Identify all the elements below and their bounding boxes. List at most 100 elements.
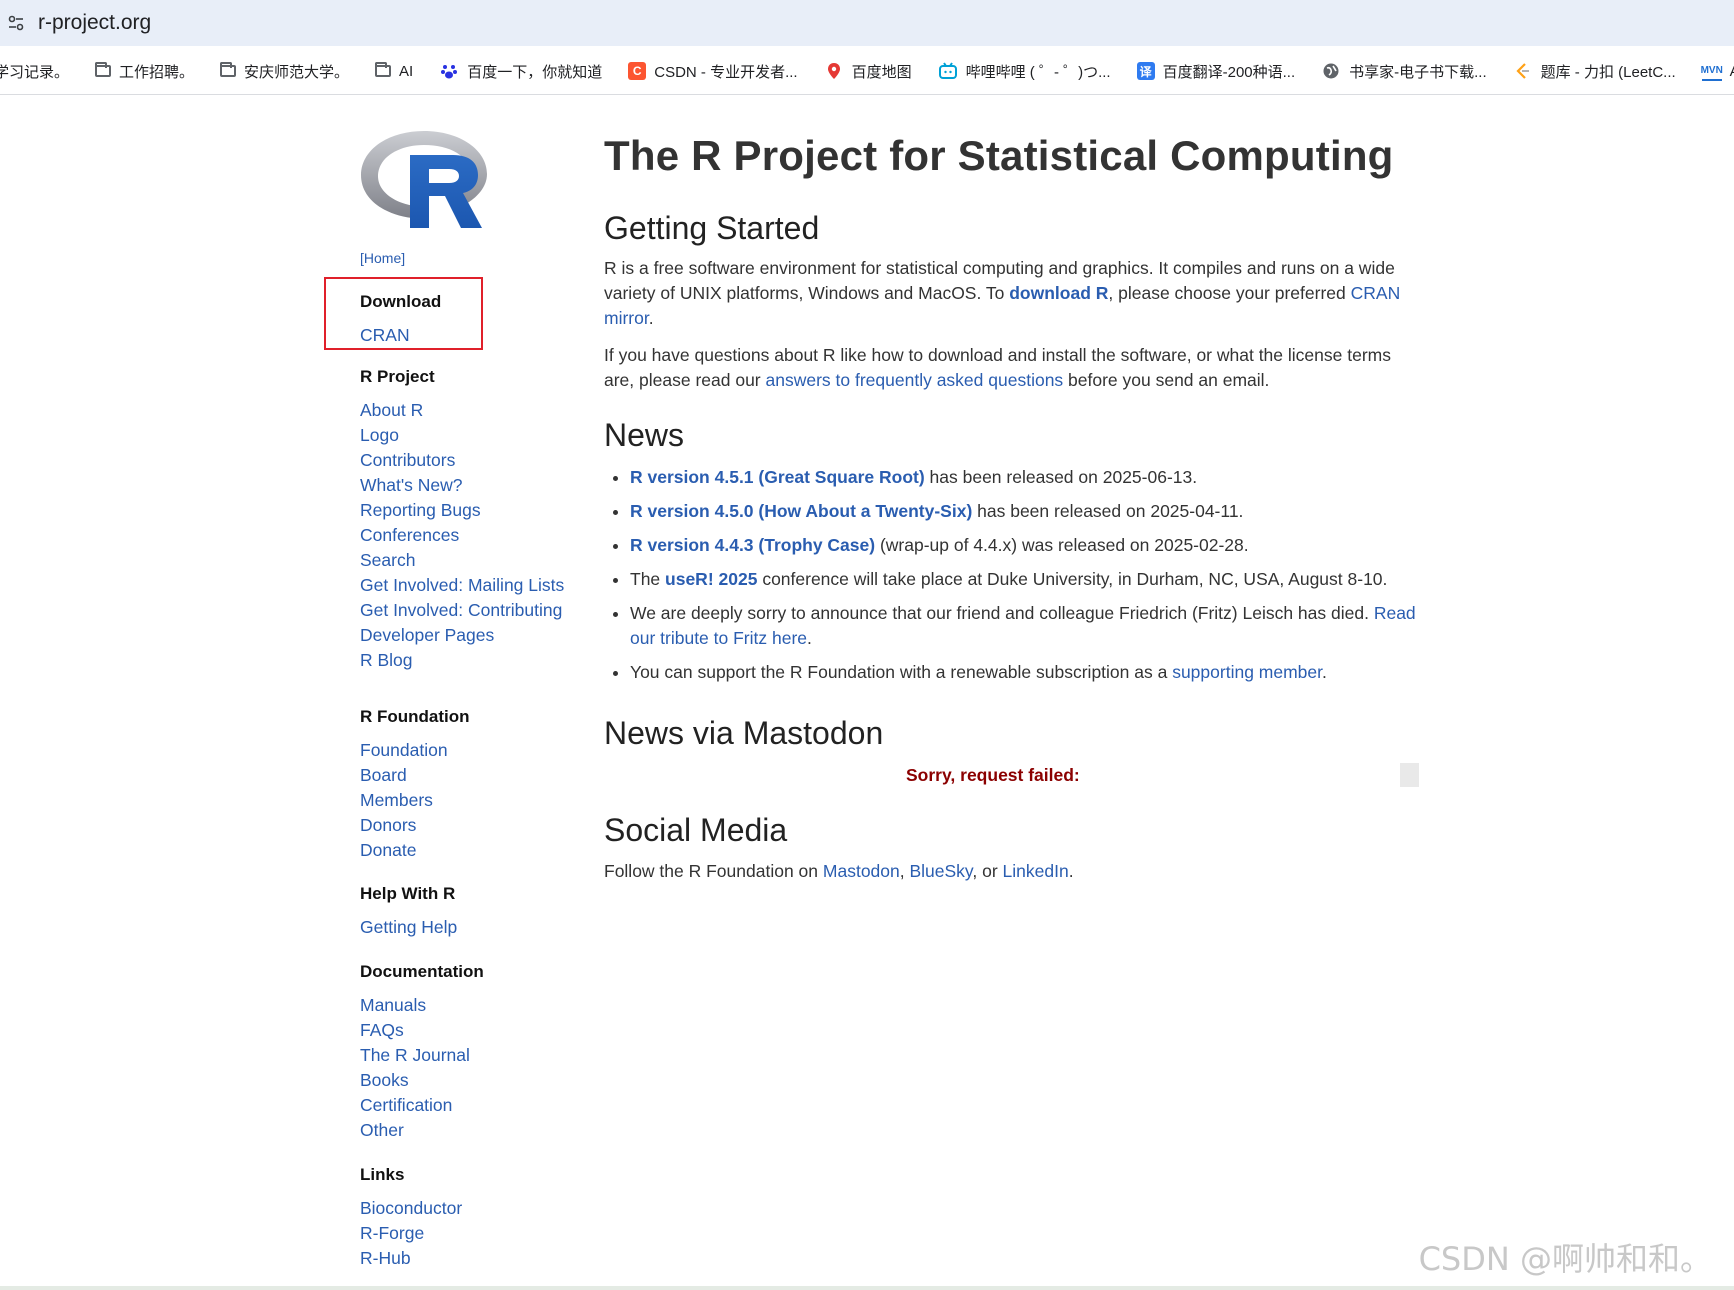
bilibili-icon bbox=[938, 62, 958, 80]
bookmark-baidu-map[interactable]: 百度地图 bbox=[824, 61, 912, 82]
text: has been released on 2025-06-13. bbox=[924, 467, 1198, 487]
faq-answers-link[interactable]: answers to frequently asked questions bbox=[766, 370, 1064, 390]
text: conference will take place at Duke Unive… bbox=[757, 569, 1388, 589]
bookmark-baidu[interactable]: 百度一下，你就知道 bbox=[439, 61, 602, 82]
sidebar-link-developer-pages[interactable]: Developer Pages bbox=[360, 623, 580, 648]
highlight-box-annotation bbox=[324, 277, 483, 350]
news-link-r-4-4-3[interactable]: R version 4.4.3 (Trophy Case) bbox=[630, 535, 875, 555]
map-pin-icon bbox=[824, 62, 844, 80]
sidebar-heading: R Project bbox=[360, 367, 435, 386]
sidebar-section-help: Help With R Getting Help bbox=[360, 883, 580, 940]
bookmark-label: 百度一下，你就知道 bbox=[467, 63, 603, 81]
home-link[interactable]: [Home] bbox=[360, 250, 580, 266]
mastodon-error-message: Sorry, request failed: bbox=[906, 765, 1080, 785]
sidebar-link-faqs[interactable]: FAQs bbox=[360, 1018, 580, 1043]
sidebar-link-contributing[interactable]: Get Involved: Contributing bbox=[360, 598, 580, 623]
sidebar-link-r-blog[interactable]: R Blog bbox=[360, 648, 580, 673]
bookmark-university-folder[interactable]: 安庆师范大学。 bbox=[220, 61, 349, 82]
news-link-r-4-5-0[interactable]: R version 4.5.0 (How About a Twenty-Six) bbox=[630, 501, 972, 521]
text: You can support the R Foundation with a … bbox=[630, 662, 1173, 682]
social-media-paragraph: Follow the R Foundation on Mastodon, Blu… bbox=[604, 859, 1074, 884]
sidebar-link-donors[interactable]: Donors bbox=[360, 813, 580, 838]
bookmark-leetcode[interactable]: 题库 - 力扣 (LeetC... bbox=[1513, 61, 1676, 82]
sidebar-link-books[interactable]: Books bbox=[360, 1068, 580, 1093]
news-item: R version 4.5.0 (How About a Twenty-Six)… bbox=[630, 499, 1424, 524]
sidebar-link-getting-help[interactable]: Getting Help bbox=[360, 915, 580, 940]
site-info-icon[interactable] bbox=[4, 11, 28, 35]
news-list: R version 4.5.1 (Great Square Root) has … bbox=[604, 465, 1424, 685]
sidebar: [Home] Download CRAN R Project About R L… bbox=[324, 128, 580, 1271]
globe-icon bbox=[1321, 62, 1341, 80]
bookmark-baidu-translate[interactable]: 译百度翻译-200种语... bbox=[1136, 61, 1295, 82]
text: . bbox=[1322, 662, 1327, 682]
sidebar-link-board[interactable]: Board bbox=[360, 763, 580, 788]
bookmark-label: 书享家-电子书下载... bbox=[1349, 63, 1487, 81]
folder-icon bbox=[95, 62, 112, 77]
news-link-user-2025[interactable]: useR! 2025 bbox=[665, 569, 757, 589]
getting-started-paragraph-1: R is a free software environment for sta… bbox=[604, 256, 1424, 331]
sidebar-link-r-journal[interactable]: The R Journal bbox=[360, 1043, 580, 1068]
bookmark-study-notes[interactable]: 学习记录。 bbox=[0, 61, 69, 82]
bluesky-link[interactable]: BlueSky bbox=[909, 861, 972, 881]
sidebar-link-other[interactable]: Other bbox=[360, 1118, 580, 1143]
baidu-icon bbox=[439, 62, 459, 80]
text: . bbox=[807, 628, 812, 648]
text: . bbox=[1068, 861, 1074, 881]
bookmark-csdn[interactable]: C CSDN - 专业开发者... bbox=[628, 61, 798, 82]
sidebar-link-r-hub[interactable]: R-Hub bbox=[360, 1246, 580, 1271]
address-bar[interactable]: r-project.org bbox=[0, 0, 1734, 46]
sidebar-section-links: Links Bioconductor R-Forge R-Hub bbox=[360, 1164, 580, 1271]
bookmark-ai-folder[interactable]: AI bbox=[375, 62, 413, 80]
sidebar-link-whats-new[interactable]: What's New? bbox=[360, 473, 580, 498]
getting-started-heading: Getting Started bbox=[604, 210, 820, 246]
url-text[interactable]: r-project.org bbox=[38, 11, 151, 35]
sidebar-heading: Links bbox=[360, 1165, 405, 1184]
news-item: We are deeply sorry to announce that our… bbox=[630, 601, 1424, 651]
mastodon-link[interactable]: Mastodon bbox=[823, 861, 900, 881]
text: , or bbox=[972, 861, 1003, 881]
sidebar-link-manuals[interactable]: Manuals bbox=[360, 993, 580, 1018]
sidebar-section-r-foundation: R Foundation Foundation Board Members Do… bbox=[360, 706, 580, 863]
news-item: R version 4.4.3 (Trophy Case) (wrap-up o… bbox=[630, 533, 1424, 558]
sidebar-link-r-forge[interactable]: R-Forge bbox=[360, 1221, 580, 1246]
sidebar-link-donate[interactable]: Donate bbox=[360, 838, 580, 863]
sidebar-link-bioconductor[interactable]: Bioconductor bbox=[360, 1196, 580, 1221]
sidebar-link-reporting-bugs[interactable]: Reporting Bugs bbox=[360, 498, 580, 523]
mastodon-feed-scrollbar[interactable] bbox=[1400, 763, 1419, 787]
sidebar-link-members[interactable]: Members bbox=[360, 788, 580, 813]
folder-icon bbox=[220, 62, 237, 77]
bookmark-label: 哔哩哔哩 ( ゜- ゜)つ... bbox=[965, 63, 1111, 81]
text: has been released on 2025-04-11. bbox=[972, 501, 1244, 521]
bookmark-bilibili[interactable]: 哔哩哔哩 ( ゜- ゜)つ... bbox=[938, 61, 1111, 82]
linkedin-link[interactable]: LinkedIn bbox=[1003, 861, 1069, 881]
r-logo[interactable] bbox=[360, 128, 488, 232]
bookmark-ebook[interactable]: 书享家-电子书下载... bbox=[1321, 61, 1487, 82]
bookmark-mvn[interactable]: MVN At bbox=[1701, 61, 1734, 81]
text: Follow the R Foundation on bbox=[604, 861, 823, 881]
sidebar-link-search[interactable]: Search bbox=[360, 548, 580, 573]
bookmark-label: 题库 - 力扣 (LeetC... bbox=[1540, 63, 1676, 81]
getting-started-paragraph-2: If you have questions about R like how t… bbox=[604, 343, 1424, 393]
text: (wrap-up of 4.4.x) was released on 2025-… bbox=[875, 535, 1249, 555]
sidebar-link-contributors[interactable]: Contributors bbox=[360, 448, 580, 473]
sidebar-link-foundation[interactable]: Foundation bbox=[360, 738, 580, 763]
sidebar-link-certification[interactable]: Certification bbox=[360, 1093, 580, 1118]
news-link-supporting-member[interactable]: supporting member bbox=[1172, 662, 1322, 682]
mastodon-heading: News via Mastodon bbox=[604, 715, 884, 751]
bookmarks-bar: 学习记录。 工作招聘。 安庆师范大学。 AI 百度一下，你就知道 C CSDN -… bbox=[0, 48, 1734, 95]
news-link-r-4-5-1[interactable]: R version 4.5.1 (Great Square Root) bbox=[630, 467, 925, 487]
sidebar-link-logo[interactable]: Logo bbox=[360, 423, 580, 448]
translate-icon: 译 bbox=[1136, 62, 1155, 80]
csdn-watermark: CSDN @啊帅和和。 bbox=[1418, 1240, 1712, 1278]
bookmark-label: 工作招聘。 bbox=[119, 63, 195, 81]
text: , please choose your preferred bbox=[1108, 283, 1351, 303]
sidebar-link-mailing-lists[interactable]: Get Involved: Mailing Lists bbox=[360, 573, 580, 598]
bookmark-label: At bbox=[1730, 63, 1734, 80]
bookmark-job-folder[interactable]: 工作招聘。 bbox=[95, 61, 194, 82]
sidebar-link-about-r[interactable]: About R bbox=[360, 398, 580, 423]
sidebar-link-conferences[interactable]: Conferences bbox=[360, 523, 580, 548]
text: We are deeply sorry to announce that our… bbox=[630, 603, 1374, 623]
news-item: The useR! 2025 conference will take plac… bbox=[630, 567, 1424, 592]
bookmark-label: 百度地图 bbox=[851, 63, 912, 81]
download-r-link[interactable]: download R bbox=[1009, 283, 1108, 303]
